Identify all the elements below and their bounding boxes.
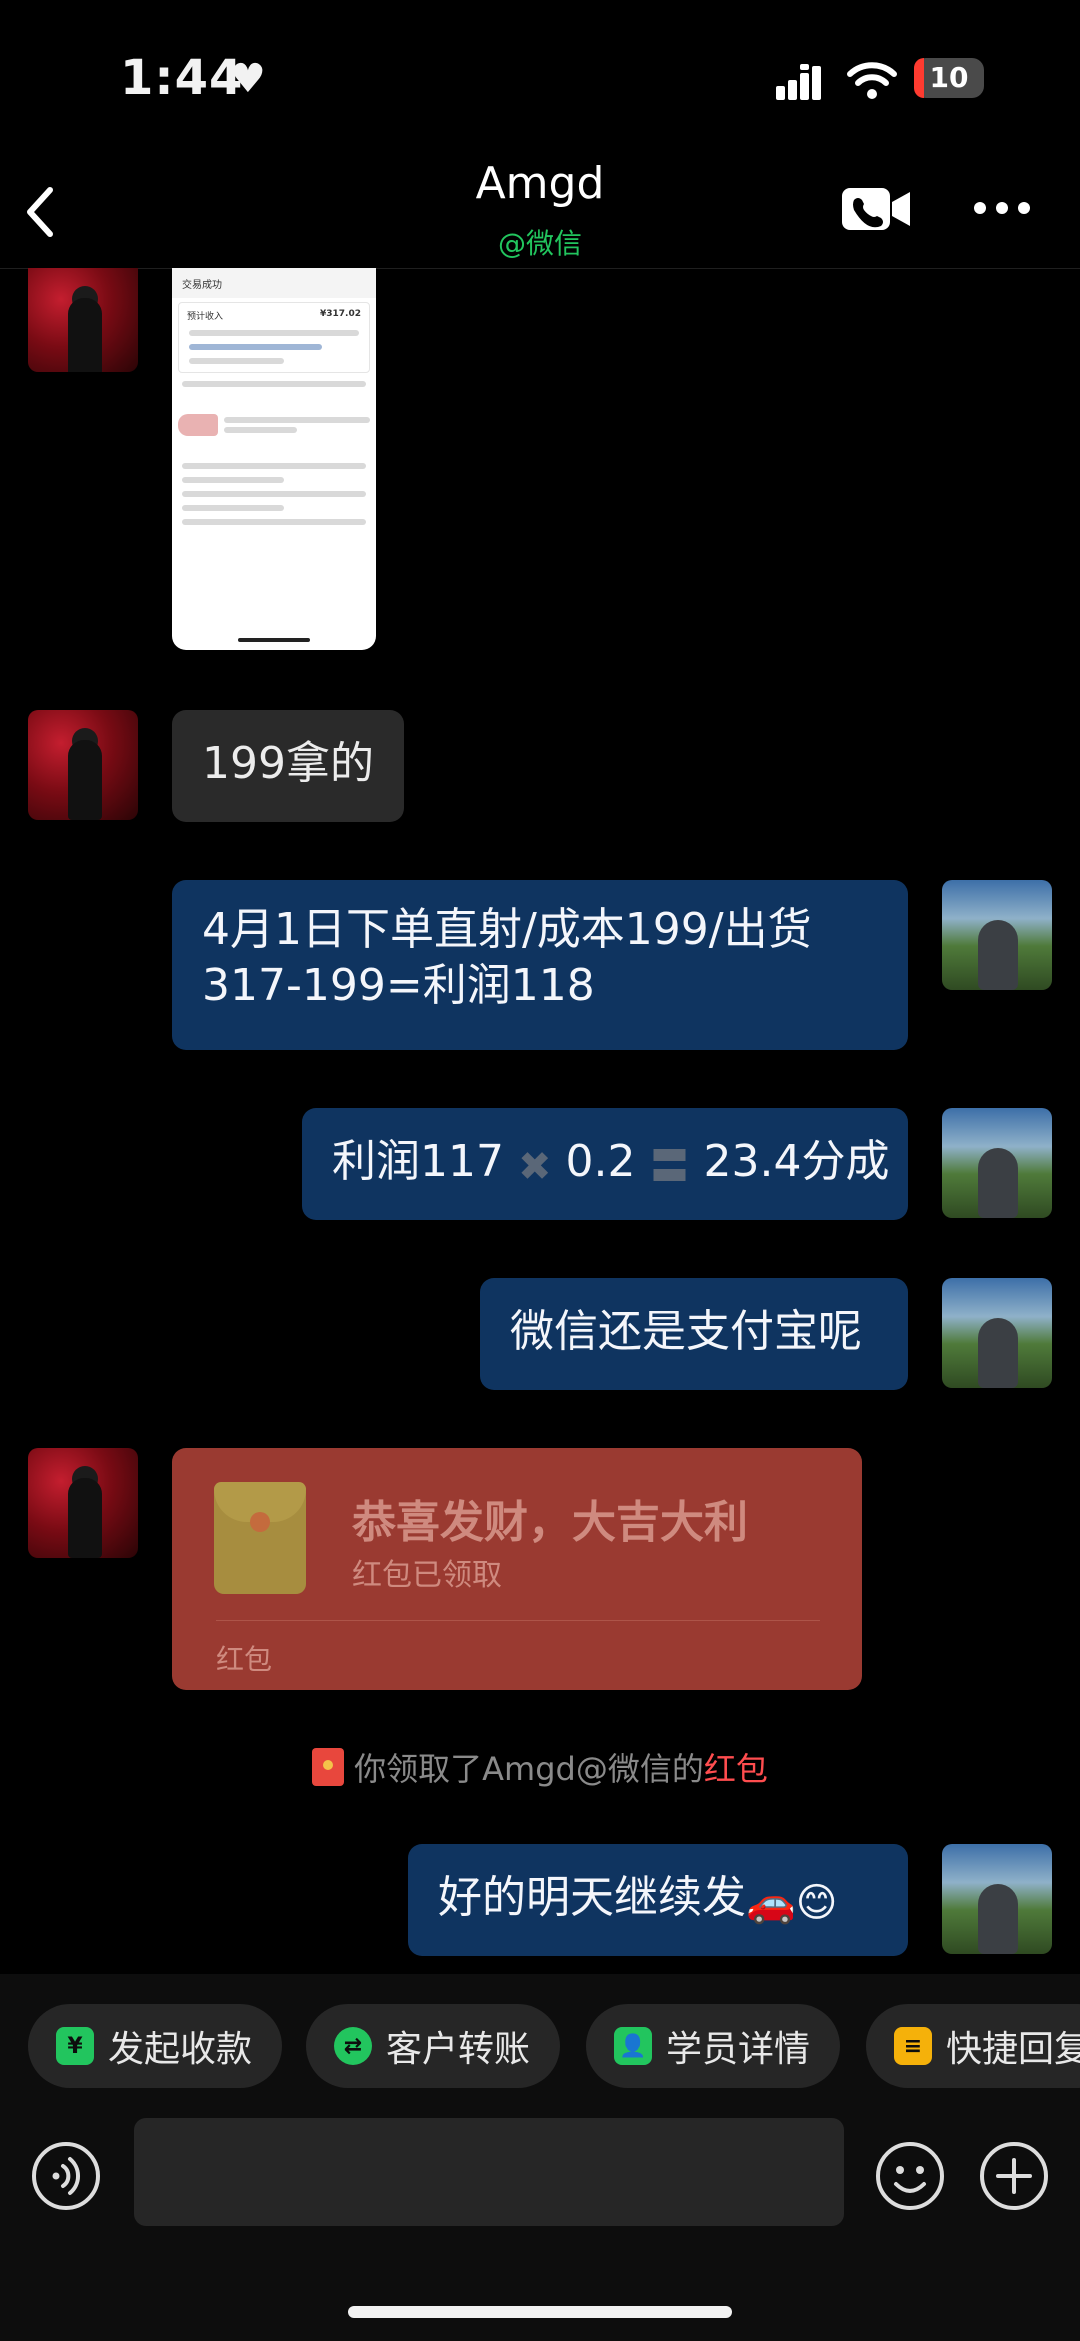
system-notice-text: 你领取了Amgd@微信的 bbox=[354, 1750, 704, 1788]
my-avatar[interactable] bbox=[942, 1278, 1052, 1388]
more-options-icon[interactable] bbox=[972, 200, 1032, 216]
quick-reply-icon: ≡ bbox=[894, 2027, 932, 2065]
message-bubble-sent[interactable]: 4月1日下单直射/成本199/出货317-199=利润118 bbox=[172, 880, 908, 1050]
message-part: 好的明天继续发 bbox=[438, 1872, 746, 1923]
message-bubble-received[interactable]: 199拿的 bbox=[172, 710, 404, 822]
red-packet-divider bbox=[216, 1620, 820, 1621]
yen-shield-icon: ¥ bbox=[56, 2027, 94, 2065]
screenshot-income-card: 预计收入 ¥317.02 bbox=[178, 302, 370, 373]
voice-input-icon[interactable] bbox=[30, 2140, 102, 2212]
my-avatar[interactable] bbox=[942, 1844, 1052, 1954]
chat-subtitle: @微信 bbox=[497, 227, 582, 260]
red-packet-message[interactable]: 恭喜发财，大吉大利 红包已领取 红包 bbox=[172, 1448, 862, 1690]
screenshot-product-row bbox=[172, 395, 376, 455]
heart-icon: ♥ bbox=[230, 56, 266, 102]
red-packet-label: 红包 bbox=[216, 1643, 273, 1676]
multiply-icon: ✖ bbox=[517, 1144, 552, 1190]
screenshot-income-value: ¥317.02 bbox=[320, 309, 361, 319]
message-input[interactable] bbox=[134, 2118, 844, 2226]
video-call-icon[interactable] bbox=[840, 184, 912, 234]
battery-icon: 10 bbox=[914, 58, 984, 98]
status-time: 1:44 bbox=[120, 50, 244, 106]
quick-action-label: 快捷回复 bbox=[946, 2029, 1080, 2070]
quick-action-student-details[interactable]: 👤 学员详情 bbox=[586, 2004, 841, 2088]
message-bubble-sent[interactable]: 微信还是支付宝呢 bbox=[480, 1278, 908, 1390]
system-notice: 你领取了Amgd@微信的红包 bbox=[0, 1744, 1080, 1790]
emoji-icon[interactable] bbox=[874, 2140, 946, 2212]
shoe-thumbnail bbox=[178, 414, 218, 436]
message-part: 0.2 bbox=[565, 1136, 636, 1187]
plus-icon[interactable] bbox=[978, 2140, 1050, 2212]
my-avatar[interactable] bbox=[942, 880, 1052, 990]
red-envelope-icon bbox=[312, 1748, 345, 1786]
quick-action-label: 学员详情 bbox=[666, 2029, 811, 2070]
battery-level: 10 bbox=[929, 61, 969, 94]
message-bubble-sent[interactable]: 利润117 ✖ 0.2 〓 23.4分成 bbox=[302, 1108, 908, 1220]
message-part: 23.4分成 bbox=[703, 1136, 890, 1187]
quick-action-quick-reply[interactable]: ≡ 快捷回复 bbox=[866, 2004, 1080, 2088]
screenshot-income-label: 预计收入 bbox=[187, 312, 224, 322]
red-envelope-icon bbox=[214, 1482, 306, 1594]
chat-title: Amgd bbox=[475, 158, 605, 209]
quick-action-collect-payment[interactable]: ¥ 发起收款 bbox=[28, 2004, 283, 2088]
contact-avatar[interactable] bbox=[28, 268, 138, 372]
nav-divider bbox=[0, 268, 1080, 269]
user-card-icon: 👤 bbox=[614, 2027, 652, 2065]
quick-action-label: 客户转账 bbox=[386, 2029, 531, 2070]
red-packet-link[interactable]: 红包 bbox=[704, 1750, 768, 1788]
cellular-signal-icon bbox=[776, 64, 821, 100]
home-indicator bbox=[348, 2306, 732, 2318]
wifi-icon bbox=[847, 62, 897, 99]
screenshot-image-message[interactable]: 交易成功 预计收入 ¥317.02 bbox=[172, 268, 376, 650]
transfer-icon: ⇄ bbox=[334, 2027, 372, 2065]
car-smile-emoji: 🚗😊 bbox=[746, 1880, 838, 1926]
red-packet-title: 恭喜发财，大吉大利 bbox=[352, 1497, 748, 1548]
contact-avatar[interactable] bbox=[28, 1448, 138, 1558]
equals-icon: 〓 bbox=[649, 1144, 690, 1190]
screenshot-header: 交易成功 bbox=[172, 268, 376, 298]
message-bubble-sent[interactable]: 好的明天继续发🚗😊 bbox=[408, 1844, 908, 1956]
red-packet-status: 红包已领取 bbox=[352, 1558, 502, 1593]
quick-action-label: 发起收款 bbox=[108, 2029, 253, 2070]
contact-avatar[interactable] bbox=[28, 710, 138, 820]
quick-action-customer-transfer[interactable]: ⇄ 客户转账 bbox=[306, 2004, 561, 2088]
message-part: 利润117 bbox=[332, 1136, 504, 1187]
my-avatar[interactable] bbox=[942, 1108, 1052, 1218]
